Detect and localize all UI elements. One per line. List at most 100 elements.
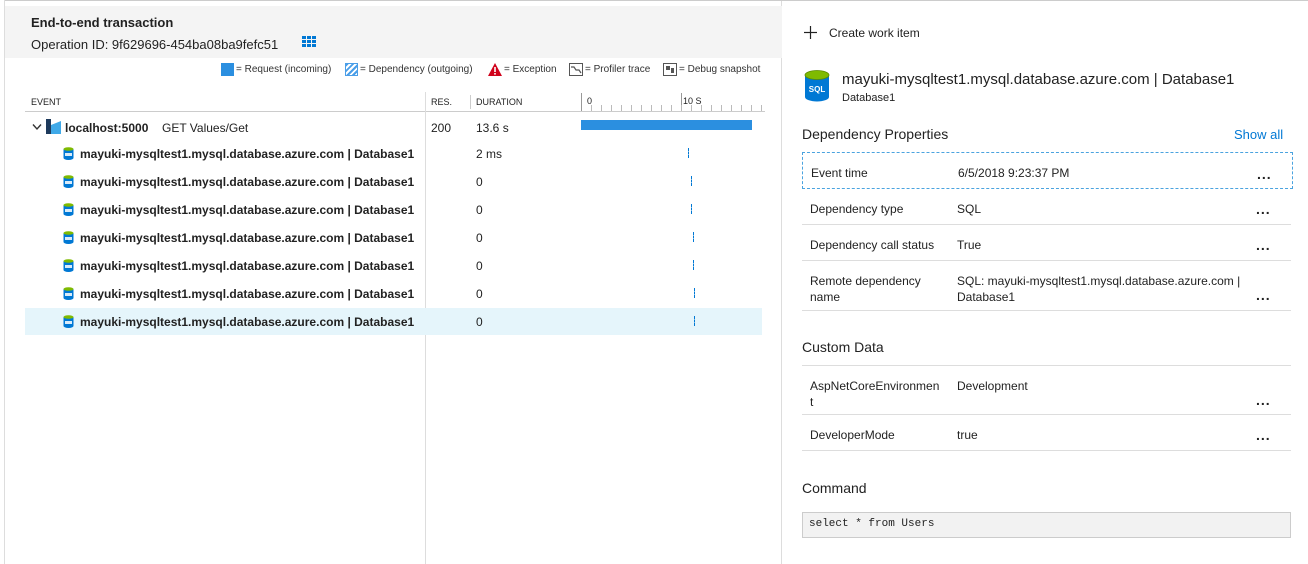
table-row[interactable]: mayuki-mysqltest1.mysql.database.azure.c…	[25, 196, 762, 223]
table-row[interactable]: mayuki-mysqltest1.mysql.database.azure.c…	[25, 280, 762, 307]
row-event-name: mayuki-mysqltest1.mysql.database.azure.c…	[80, 287, 415, 301]
legend-dependency-label: = Dependency (outgoing)	[360, 64, 473, 75]
debug-snapshot-icon	[663, 63, 677, 76]
grid-view-icon[interactable]	[302, 36, 317, 49]
row-duration: 0	[476, 231, 483, 245]
more-options-icon[interactable]: ...	[1256, 201, 1271, 217]
chevron-down-icon[interactable]	[32, 123, 42, 131]
dependency-duration-marker	[693, 260, 694, 270]
custom-data-row[interactable]: AspNetCoreEnvironment Development...	[802, 365, 1291, 415]
property-row[interactable]: Remote dependency name SQL: mayuki-mysqlt…	[802, 261, 1291, 311]
request-swatch-icon	[221, 63, 234, 76]
row-event-name: mayuki-mysqltest1.mysql.database.azure.c…	[80, 175, 415, 189]
table-row[interactable]: mayuki-mysqltest1.mysql.database.azure.c…	[25, 168, 762, 195]
legend-dependency: = Dependency (outgoing)	[345, 63, 473, 76]
custom-value: true	[957, 428, 978, 442]
legend-debug: = Debug snapshot	[663, 63, 760, 76]
table-row[interactable]: mayuki-mysqltest1.mysql.database.azure.c…	[25, 140, 762, 167]
table-row-root[interactable]: localhost:5000 GET Values/Get 200 13.6 s	[25, 114, 762, 141]
dependency-properties-heading: Dependency Properties	[802, 126, 949, 142]
detail-panel: Create work item SQL mayuki-mysqltest1.m…	[783, 0, 1308, 564]
property-key: Event time	[811, 166, 868, 180]
more-options-icon[interactable]: ...	[1257, 166, 1272, 182]
sql-database-icon	[63, 287, 74, 300]
timeline-minor-ticks	[582, 105, 762, 111]
command-text[interactable]: select * from Users	[802, 512, 1291, 538]
command-heading: Command	[802, 480, 867, 496]
table-row[interactable]: mayuki-mysqltest1.mysql.database.azure.c…	[25, 252, 762, 279]
detail-subtitle: Database1	[842, 92, 896, 104]
legend-request-label: = Request (incoming)	[236, 64, 332, 75]
sql-icon-text: SQL	[809, 85, 826, 94]
property-value: SQL	[957, 202, 982, 216]
row-event-name: mayuki-mysqltest1.mysql.database.azure.c…	[80, 315, 415, 329]
property-row[interactable]: Event time 6/5/2018 9:23:37 PM...	[802, 152, 1293, 189]
more-options-icon[interactable]: ...	[1256, 392, 1271, 408]
operation-id: Operation ID: 9f629696-454ba08ba9fefc51	[31, 37, 279, 52]
dependency-duration-marker	[694, 316, 695, 326]
exception-warning-icon	[488, 63, 502, 76]
create-work-item-button[interactable]: Create work item	[803, 25, 920, 40]
property-value: True	[957, 238, 982, 252]
dependency-duration-marker	[688, 148, 689, 158]
custom-data-heading: Custom Data	[802, 339, 884, 355]
transaction-header: End-to-end transaction Operation ID: 9f6…	[5, 6, 782, 58]
profiler-trace-icon	[569, 63, 583, 76]
dependency-duration-marker	[691, 176, 692, 186]
custom-data-row[interactable]: DeveloperMode true...	[802, 415, 1291, 451]
column-event[interactable]: EVENT	[31, 97, 61, 107]
row-event-name: mayuki-mysqltest1.mysql.database.azure.c…	[80, 259, 415, 273]
sql-database-icon	[63, 231, 74, 244]
more-options-icon[interactable]: ...	[1256, 237, 1271, 253]
dependency-swatch-icon	[345, 63, 358, 76]
property-key: Remote dependency name	[810, 274, 921, 304]
row-duration: 0	[476, 203, 483, 217]
property-value: SQL: mayuki-mysqltest1.mysql.database.az…	[957, 274, 1241, 304]
property-value: 6/5/2018 9:23:37 PM	[958, 166, 1070, 180]
sql-database-icon	[63, 175, 74, 188]
legend-profiler-label: = Profiler trace	[585, 64, 651, 75]
dependency-duration-marker	[691, 204, 692, 214]
custom-value: Development	[957, 379, 1028, 393]
row-event-name: mayuki-mysqltest1.mysql.database.azure.c…	[80, 147, 415, 161]
sql-database-icon	[63, 315, 74, 328]
row-duration: 0	[476, 287, 483, 301]
custom-key: DeveloperMode	[810, 428, 895, 442]
property-key: Dependency call status	[810, 238, 935, 252]
row-event-name: mayuki-mysqltest1.mysql.database.azure.c…	[80, 231, 415, 245]
more-options-icon[interactable]: ...	[1256, 287, 1271, 303]
legend-request: = Request (incoming)	[221, 63, 331, 76]
root-host: localhost:5000	[65, 121, 149, 135]
dependency-duration-marker	[693, 232, 694, 242]
table-row[interactable]: mayuki-mysqltest1.mysql.database.azure.c…	[25, 308, 762, 335]
row-event-name: mayuki-mysqltest1.mysql.database.azure.c…	[80, 203, 415, 217]
app-service-icon	[46, 119, 61, 134]
sql-database-icon	[63, 203, 74, 216]
table-row[interactable]: mayuki-mysqltest1.mysql.database.azure.c…	[25, 224, 762, 251]
show-all-link[interactable]: Show all	[1234, 127, 1283, 142]
sql-database-icon	[63, 259, 74, 272]
root-duration: 13.6 s	[476, 121, 509, 135]
property-key: Dependency type	[810, 202, 904, 216]
column-duration[interactable]: DURATION	[476, 97, 522, 107]
root-operation: GET Values/Get	[162, 121, 249, 135]
legend-profiler: = Profiler trace	[569, 63, 650, 76]
column-res[interactable]: RES.	[431, 97, 452, 107]
property-row[interactable]: Dependency call status True...	[802, 225, 1291, 261]
page-title: End-to-end transaction	[31, 15, 174, 30]
column-header: EVENT RES. DURATION 0 10 S	[25, 92, 765, 112]
column-divider	[470, 95, 471, 109]
root-result-code: 200	[431, 121, 452, 135]
sql-database-icon	[63, 147, 74, 160]
legend-exception-label: = Exception	[504, 64, 557, 75]
property-row[interactable]: Dependency type SQL...	[802, 189, 1291, 225]
dependency-duration-marker	[694, 288, 695, 298]
more-options-icon[interactable]: ...	[1256, 427, 1271, 443]
plus-icon	[804, 26, 817, 39]
legend-exception: = Exception	[488, 63, 557, 76]
detail-title: mayuki-mysqltest1.mysql.database.azure.c…	[842, 71, 1235, 88]
create-work-item-label: Create work item	[829, 25, 920, 40]
sql-database-icon: SQL	[804, 70, 830, 102]
request-duration-bar[interactable]	[581, 120, 752, 130]
legend: = Request (incoming) = Dependency (outgo…	[5, 63, 765, 79]
